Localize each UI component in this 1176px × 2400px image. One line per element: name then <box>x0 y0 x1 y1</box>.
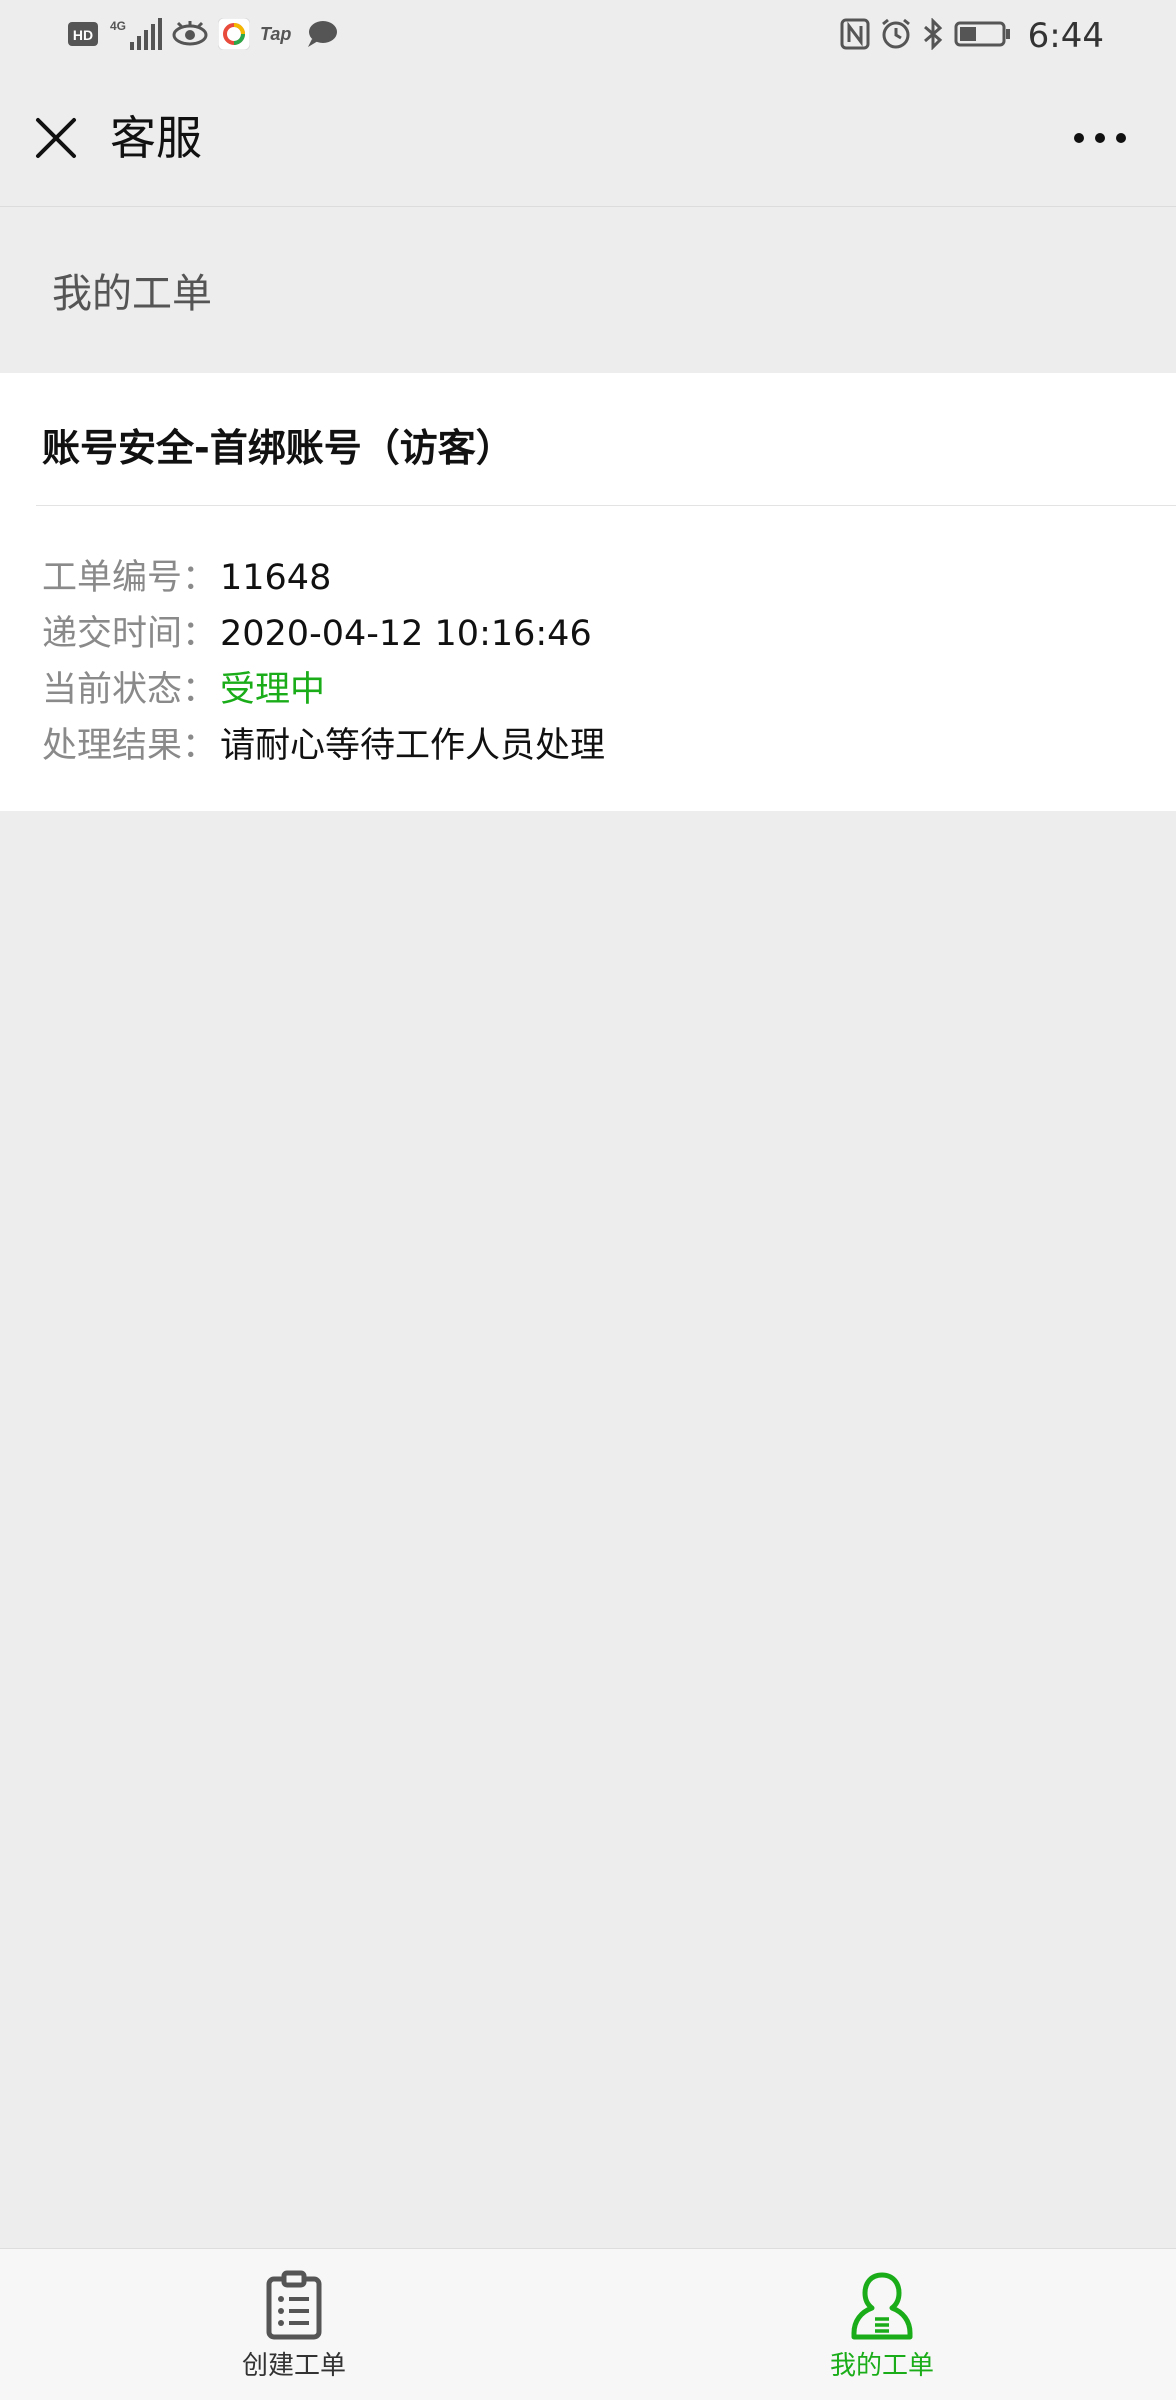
tab-my-tickets[interactable]: 我的工单 <box>772 2269 992 2389</box>
field-value: 11648 <box>220 558 332 598</box>
battery-icon <box>954 20 1012 52</box>
status-right-icons: 6:44 <box>840 14 1104 58</box>
ticket-field-submit-time: 递交时间： 2020-04-12 10:16:46 <box>42 605 605 661</box>
ticket-field-status: 当前状态： 受理中 <box>42 661 605 717</box>
chat-bubble-icon <box>306 19 338 53</box>
tab-label: 创建工单 <box>241 2351 346 2381</box>
ticket-field-result: 处理结果： 请耐心等待工作人员处理 <box>42 717 605 773</box>
ticket-field-number: 工单编号： 11648 <box>42 549 605 605</box>
bluetooth-icon <box>922 17 944 54</box>
field-value: 2020-04-12 10:16:46 <box>220 614 592 654</box>
ticket-title: 账号安全-首绑账号（访客） <box>42 426 514 470</box>
user-icon <box>851 2272 913 2340</box>
hd-icon: HD <box>68 20 98 52</box>
clock-time: 6:44 <box>1027 16 1104 56</box>
status-bar: HD 4G Tap 6:44 <box>0 0 1176 72</box>
svg-text:Tap: Tap <box>260 24 291 44</box>
signal-4g-icon: 4G <box>108 16 162 56</box>
section-title: 我的工单 <box>52 271 212 317</box>
app-icon <box>217 17 251 54</box>
eye-icon <box>172 19 208 53</box>
ticket-details: 工单编号： 11648 递交时间： 2020-04-12 10:16:46 当前… <box>42 549 605 773</box>
nfc-icon <box>840 18 870 54</box>
svg-text:4G: 4G <box>110 19 126 33</box>
tab-create-ticket[interactable]: 创建工单 <box>184 2269 404 2389</box>
svg-text:HD: HD <box>73 27 93 43</box>
clipboard-list-icon <box>266 2270 322 2340</box>
status-left-icons: HD 4G Tap <box>68 14 338 58</box>
page-title: 客服 <box>110 111 202 165</box>
more-dots-icon <box>1074 133 1126 143</box>
alarm-icon <box>880 18 912 54</box>
field-label: 工单编号： <box>42 558 218 598</box>
tab-label: 我的工单 <box>829 2351 934 2381</box>
tap-icon: Tap <box>260 20 296 52</box>
close-icon <box>36 118 76 158</box>
bottom-tab-bar: 创建工单 我的工单 <box>0 2248 1176 2400</box>
navigation-bar: 客服 <box>0 72 1176 207</box>
ticket-card[interactable]: 账号安全-首绑账号（访客） 工单编号： 11648 递交时间： 2020-04-… <box>0 373 1176 811</box>
close-button[interactable] <box>28 110 84 166</box>
section-header: 我的工单 <box>0 207 1176 373</box>
field-label: 当前状态： <box>42 670 218 710</box>
field-label: 递交时间： <box>42 614 218 654</box>
status-badge: 受理中 <box>220 670 326 710</box>
field-value: 请耐心等待工作人员处理 <box>220 726 606 766</box>
field-label: 处理结果： <box>42 726 218 766</box>
more-options-button[interactable] <box>1068 110 1132 166</box>
ticket-divider <box>36 505 1176 506</box>
